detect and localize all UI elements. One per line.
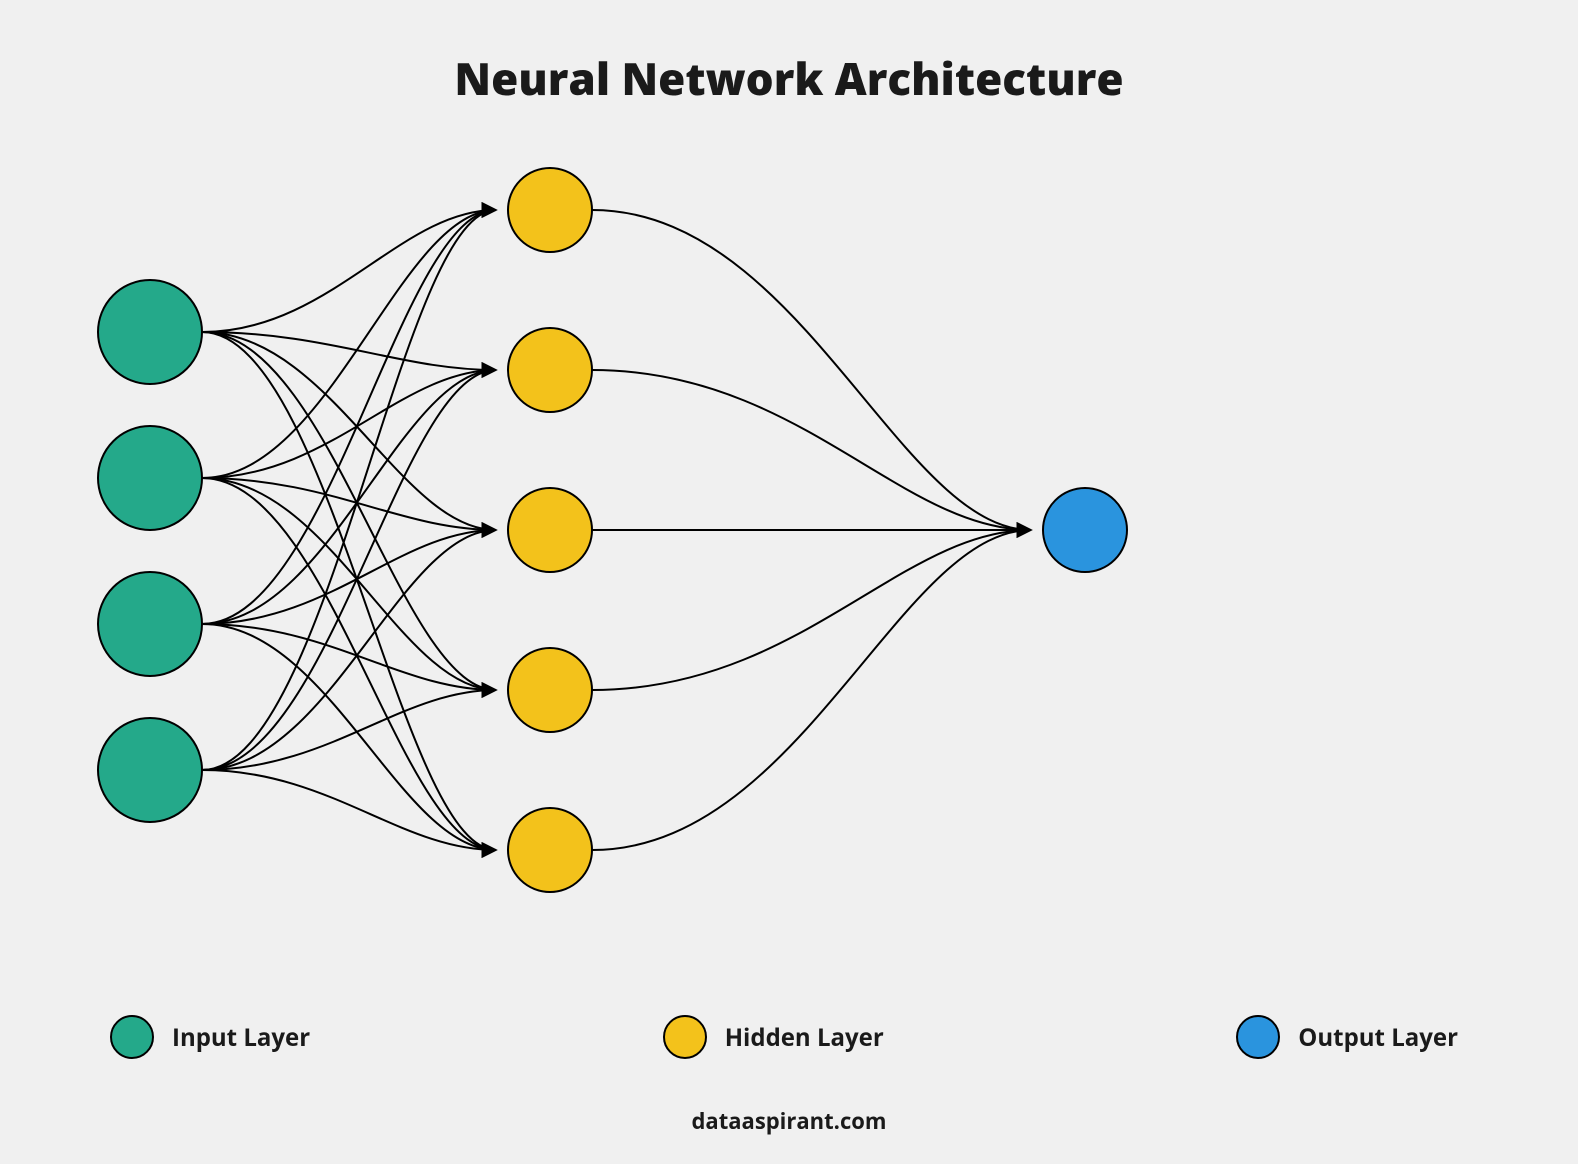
input-node [98, 280, 202, 384]
circle-icon [663, 1015, 707, 1059]
legend-item-input: Input Layer [110, 1015, 310, 1059]
output-node [1043, 488, 1127, 572]
legend-label: Input Layer [172, 1021, 310, 1054]
network-svg [0, 0, 1578, 1164]
edges-hidden-output [592, 210, 1031, 850]
legend-item-hidden: Hidden Layer [663, 1015, 884, 1059]
output-layer [1043, 488, 1127, 572]
input-node [98, 426, 202, 530]
hidden-layer [508, 168, 592, 892]
circle-icon [110, 1015, 154, 1059]
credit-text: dataaspirant.com [0, 1106, 1578, 1136]
diagram-canvas: Neural Network Architecture [0, 0, 1578, 1164]
edges-input-hidden [202, 210, 496, 850]
hidden-node [508, 808, 592, 892]
hidden-node [508, 168, 592, 252]
input-node [98, 572, 202, 676]
legend-label: Hidden Layer [725, 1021, 884, 1054]
hidden-node [508, 488, 592, 572]
circle-icon [1236, 1015, 1280, 1059]
input-node [98, 718, 202, 822]
hidden-node [508, 328, 592, 412]
legend: Input Layer Hidden Layer Output Layer [110, 1015, 1458, 1059]
hidden-node [508, 648, 592, 732]
legend-item-output: Output Layer [1236, 1015, 1458, 1059]
legend-label: Output Layer [1298, 1021, 1458, 1054]
input-layer [98, 280, 202, 822]
